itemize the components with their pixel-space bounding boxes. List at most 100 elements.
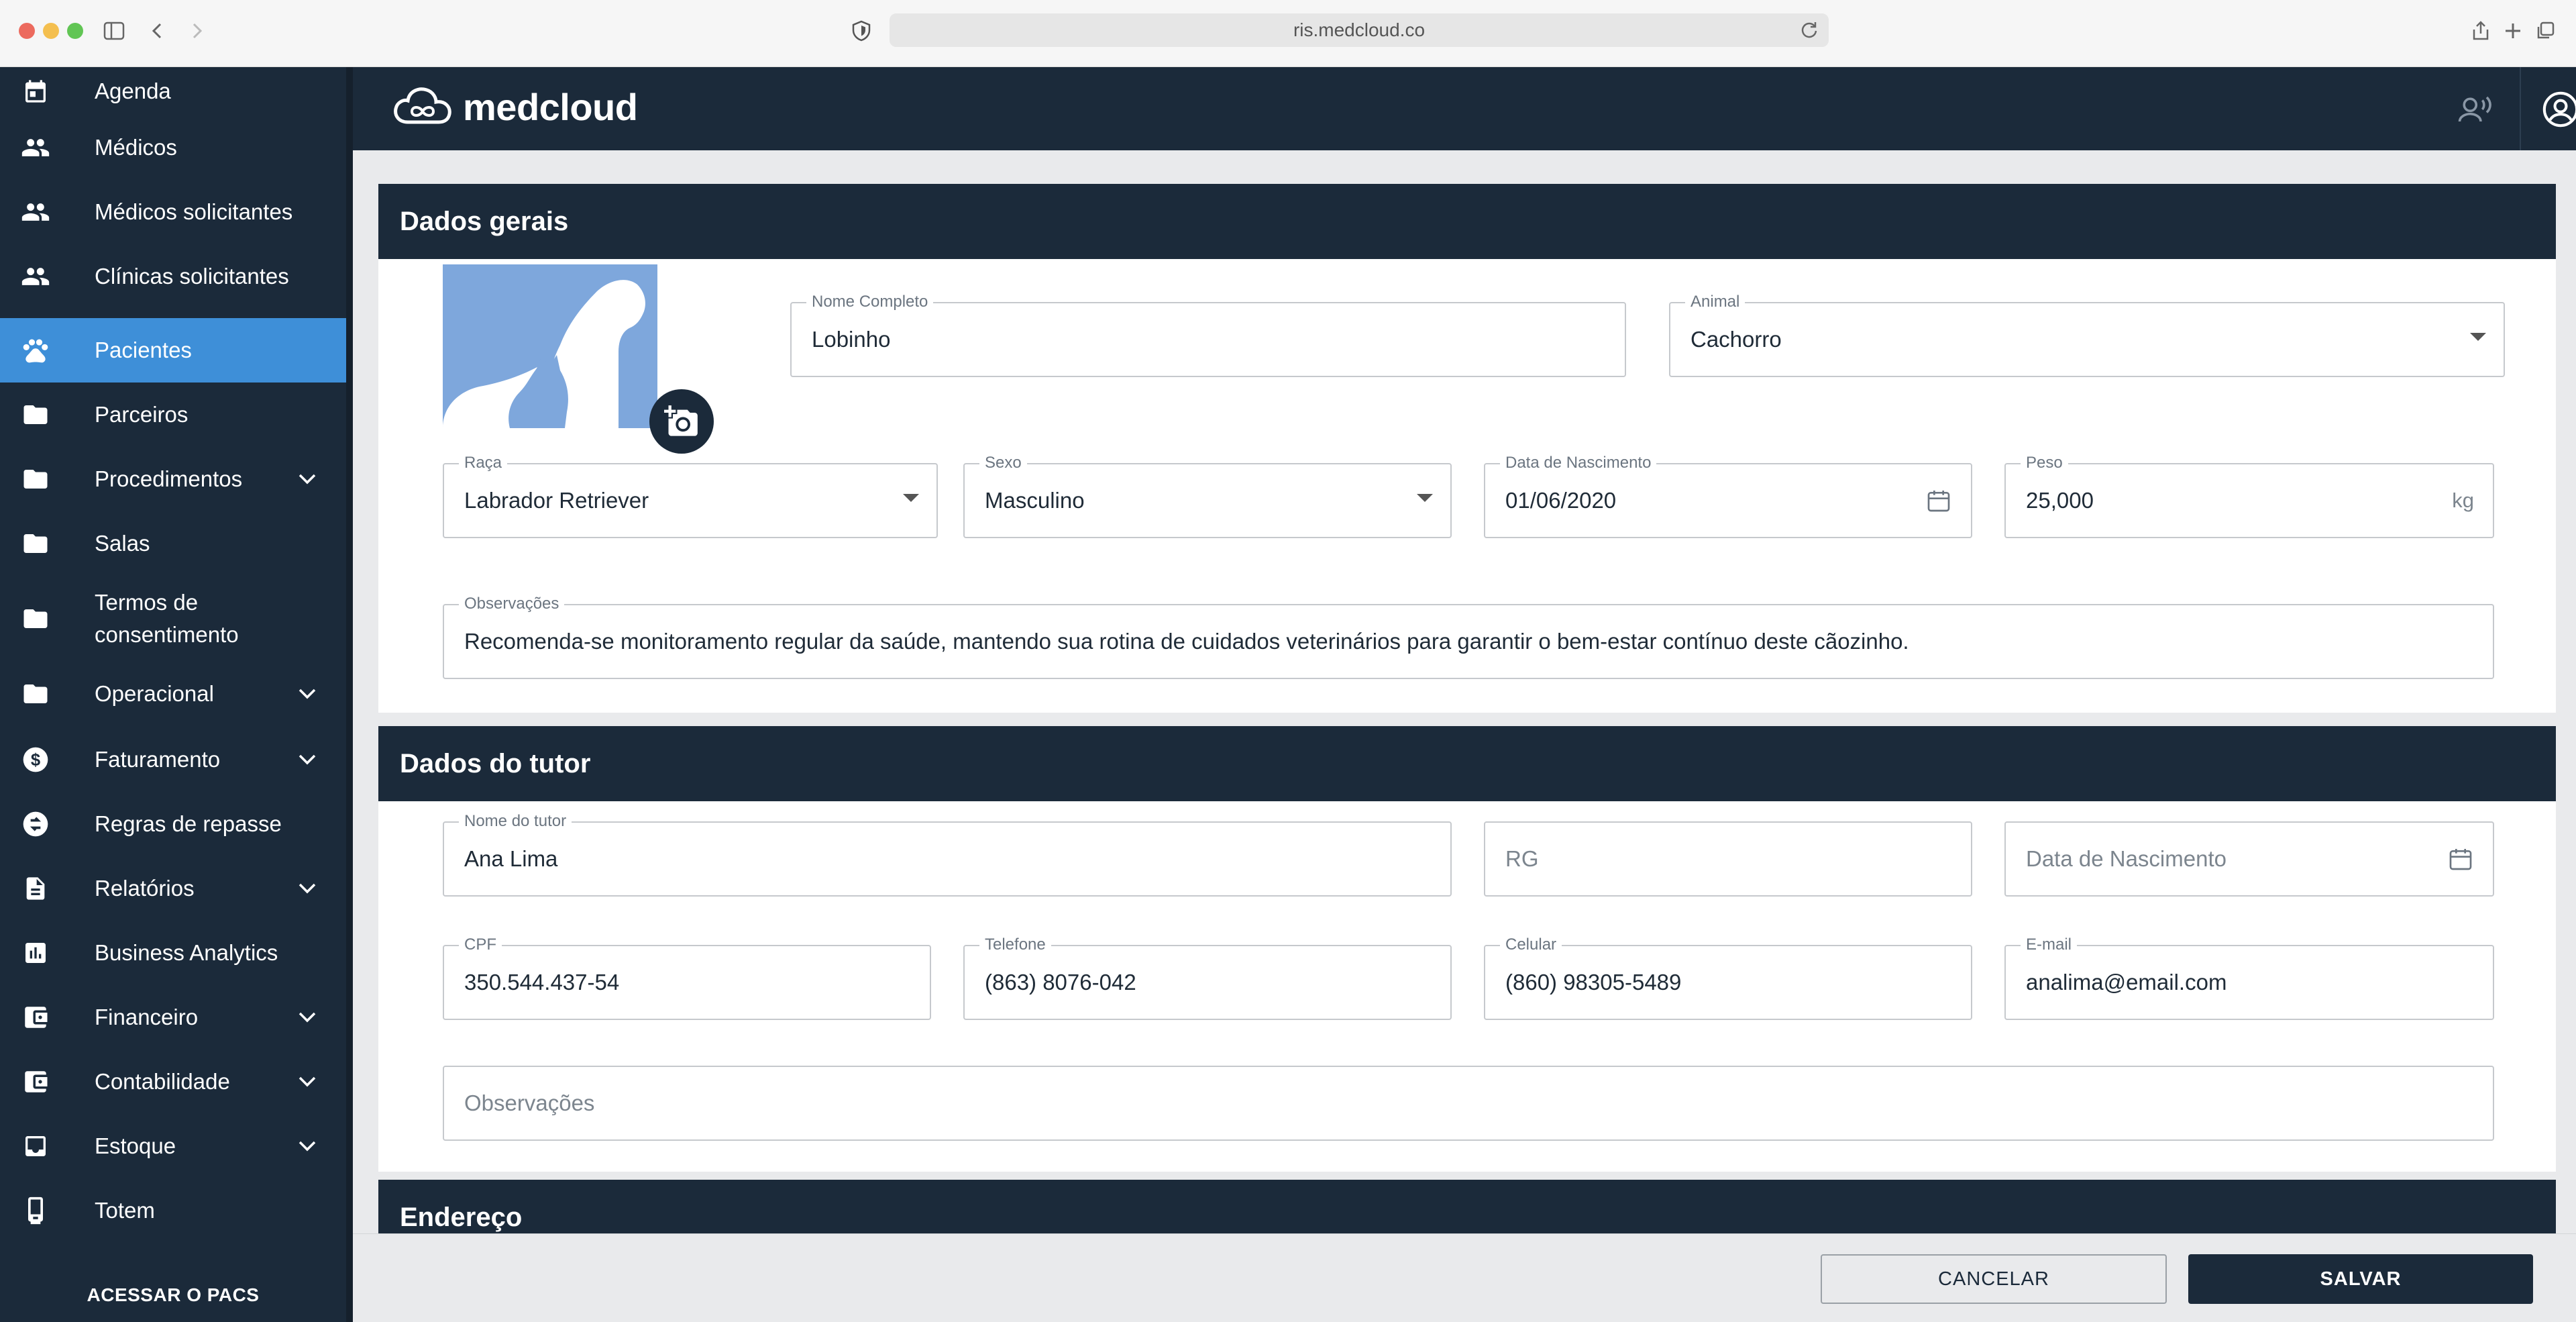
wallet-icon <box>20 1066 51 1097</box>
cpf-field[interactable]: CPF 350.544.437-54 <box>443 935 931 1020</box>
sidebar-item-financeiro[interactable]: Financeiro <box>0 985 346 1050</box>
save-button[interactable]: SALVAR <box>2188 1254 2533 1304</box>
maximize-window-button[interactable] <box>67 23 83 39</box>
sidebar-item-label: Termos de <box>95 590 199 615</box>
sidebar-item-relatorios[interactable]: Relatórios <box>0 856 346 921</box>
email-field[interactable]: E-mail analima@email.com <box>2004 935 2494 1020</box>
access-pacs-link[interactable]: ACESSAR O PACS <box>0 1275 346 1315</box>
back-arrow-icon[interactable] <box>144 17 170 44</box>
dados-tutor-section: Dados do tutor Nome do tutor Ana Lima RG… <box>378 726 2556 1172</box>
sidebar-item-salas[interactable]: Salas <box>0 511 346 576</box>
sexo-select[interactable]: Sexo Masculino <box>963 454 1452 538</box>
celular-field[interactable]: Celular (860) 98305-5489 <box>1484 935 1972 1020</box>
forward-arrow-icon[interactable] <box>184 17 211 44</box>
animal-select[interactable]: Animal Cachorro <box>1669 293 2505 377</box>
people-icon <box>20 261 51 292</box>
new-tab-icon[interactable] <box>2500 17 2526 44</box>
share-icon[interactable] <box>2467 17 2494 44</box>
sidebar: Agenda Médicos Médicos solicitantes Clín… <box>0 67 346 1322</box>
repasse-icon <box>20 809 51 840</box>
chevron-down-icon[interactable] <box>295 467 319 491</box>
voice-assistant-icon[interactable] <box>2457 91 2493 128</box>
sidebar-item-label: Médicos <box>95 135 177 160</box>
sidebar-item-label: Totem <box>95 1198 155 1223</box>
sidebar-item-label: Financeiro <box>95 1005 199 1029</box>
sidebar-item-medicos[interactable]: Médicos <box>0 115 346 180</box>
sidebar-toggle-icon[interactable] <box>101 17 127 44</box>
nome-completo-field[interactable]: Nome Completo Lobinho <box>790 293 1626 377</box>
sidebar-item-label: Médicos solicitantes <box>95 199 293 224</box>
field-value: 25,000 <box>2026 488 2094 513</box>
sidebar-item-business-analytics[interactable]: Business Analytics <box>0 921 346 985</box>
data-nascimento-field[interactable]: Data de Nascimento 01/06/2020 <box>1484 454 1972 538</box>
tabs-overview-icon[interactable] <box>2532 17 2559 44</box>
sidebar-item-pacientes[interactable]: Pacientes <box>0 318 346 383</box>
dollar-icon: $ <box>20 744 51 775</box>
sidebar-item-contabilidade[interactable]: Contabilidade <box>0 1050 346 1114</box>
calendar-icon[interactable] <box>1925 487 1952 514</box>
app-header: medcloud <box>353 67 2576 150</box>
calendar-icon[interactable] <box>2447 846 2474 872</box>
sidebar-item-label: Procedimentos <box>95 466 243 491</box>
cancel-button[interactable]: CANCELAR <box>1821 1254 2167 1304</box>
field-value: (863) 8076-042 <box>985 970 1136 995</box>
sidebar-item-termos-de-consentimento[interactable]: Termos de consentimento <box>0 576 346 662</box>
chevron-down-icon[interactable] <box>295 1005 319 1029</box>
sidebar-item-label: Parceiros <box>95 402 189 427</box>
url-text: ris.medcloud.co <box>1293 19 1426 40</box>
chevron-down-icon[interactable] <box>295 682 319 706</box>
sidebar-item-label: Relatórios <box>95 876 195 901</box>
folder-icon <box>20 603 51 634</box>
field-placeholder: Observações <box>464 1090 595 1115</box>
sidebar-item-regras-de-repasse[interactable]: Regras de repasse <box>0 792 346 856</box>
nome-tutor-field[interactable]: Nome do tutor Ana Lima <box>443 812 1452 897</box>
sidebar-item-label: consentimento <box>95 622 239 647</box>
sidebar-item-label: Operacional <box>95 681 214 706</box>
chart-icon <box>20 937 51 968</box>
chevron-down-icon[interactable] <box>295 748 319 772</box>
sidebar-item-faturamento[interactable]: $ Faturamento <box>0 727 346 792</box>
endereco-section: Endereço <box>378 1180 2556 1233</box>
telefone-field[interactable]: Telefone (863) 8076-042 <box>963 935 1452 1020</box>
minimize-window-button[interactable] <box>43 23 59 39</box>
sidebar-item-medicos-solicitantes[interactable]: Médicos solicitantes <box>0 180 346 244</box>
chevron-down-icon[interactable] <box>295 1134 319 1158</box>
sidebar-item-totem[interactable]: Totem <box>0 1178 346 1243</box>
kiosk-icon <box>20 1195 51 1226</box>
chevron-down-icon[interactable] <box>295 876 319 901</box>
pet-silhouette-icon <box>443 280 645 428</box>
field-value: Ana Lima <box>464 846 558 871</box>
svg-text:$: $ <box>31 751 40 770</box>
header-divider <box>2520 67 2521 150</box>
folder-icon <box>20 528 51 559</box>
field-value: Cachorro <box>1690 327 1782 352</box>
medcloud-logo[interactable]: medcloud <box>392 85 638 129</box>
observacoes-field[interactable]: Observações Recomenda-se monitoramento r… <box>443 595 2494 679</box>
close-window-button[interactable] <box>19 23 35 39</box>
peso-field[interactable]: Peso 25,000 kg <box>2004 454 2494 538</box>
inbox-icon <box>20 1131 51 1162</box>
sidebar-item-agenda[interactable]: Agenda <box>0 67 346 115</box>
field-value: 01/06/2020 <box>1505 488 1617 513</box>
tutor-observacoes-field[interactable]: Observações <box>443 1066 2494 1141</box>
rg-field[interactable]: RG <box>1484 821 1972 897</box>
sidebar-item-parceiros[interactable]: Parceiros <box>0 383 346 447</box>
field-value: Labrador Retriever <box>464 488 649 513</box>
change-photo-button[interactable] <box>649 389 714 454</box>
reload-icon[interactable] <box>1799 20 1819 40</box>
chevron-down-icon[interactable] <box>295 1070 319 1094</box>
url-bar[interactable]: ris.medcloud.co <box>890 13 1829 47</box>
sidebar-item-clinicas-solicitantes[interactable]: Clínicas solicitantes <box>0 244 346 309</box>
sidebar-item-label: Business Analytics <box>95 940 278 965</box>
tutor-data-nascimento-field[interactable]: Data de Nascimento <box>2004 821 2494 897</box>
sidebar-item-operacional[interactable]: Operacional <box>0 662 346 726</box>
user-account-icon[interactable] <box>2541 90 2576 129</box>
raca-select[interactable]: Raça Labrador Retriever <box>443 454 938 538</box>
sidebar-item-estoque[interactable]: Estoque <box>0 1114 346 1178</box>
folder-icon <box>20 399 51 430</box>
sidebar-item-procedimentos[interactable]: Procedimentos <box>0 447 346 511</box>
field-placeholder: Data de Nascimento <box>2026 846 2226 871</box>
folder-icon <box>20 464 51 495</box>
section-title: Endereço <box>378 1180 2556 1233</box>
document-icon <box>20 873 51 904</box>
